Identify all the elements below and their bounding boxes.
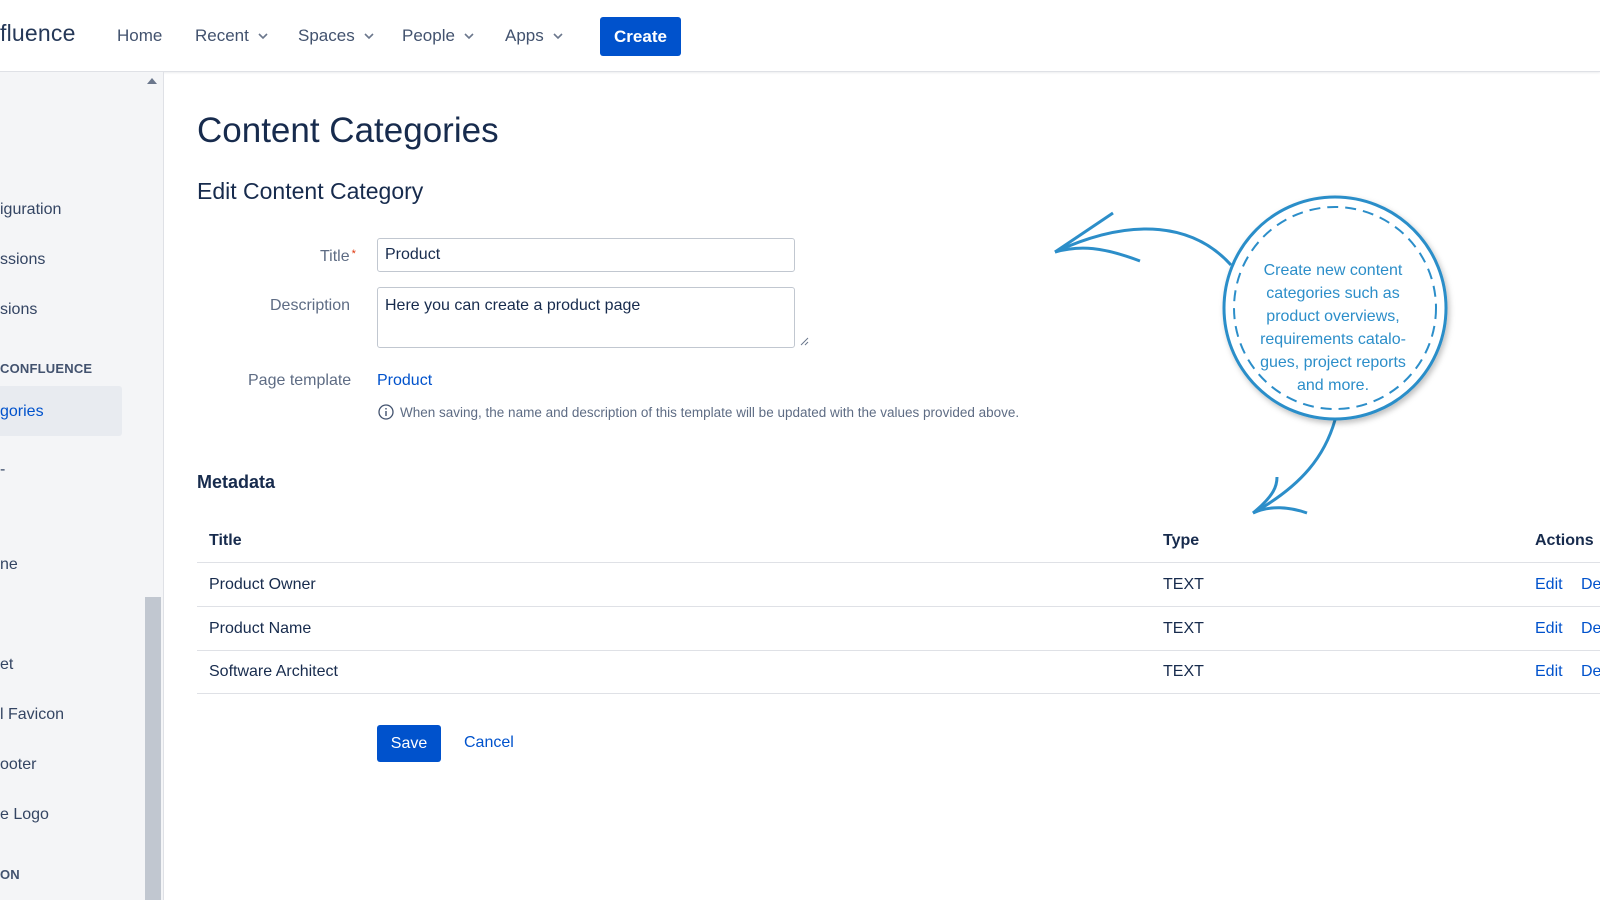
nav-people-label: People [402, 26, 455, 45]
column-header-type: Type [1163, 532, 1200, 549]
annotation-line: categories such as [1266, 285, 1400, 302]
sidebar-item-favicon[interactable]: l Favicon [0, 706, 64, 724]
nav-home[interactable]: Home [117, 26, 162, 46]
arrow-left-icon [1054, 211, 1233, 267]
sidebar-item-site-logo[interactable]: e Logo [0, 806, 49, 824]
column-header-actions: Actions [1535, 532, 1594, 549]
sidebar-item-stylesheet[interactable]: et [0, 656, 13, 674]
annotation-line: Create new content [1263, 262, 1403, 279]
row-title: Product Name [209, 620, 312, 637]
row-type: TEXT [1163, 620, 1204, 637]
nav-spaces-label: Spaces [298, 26, 355, 45]
chevron-down-icon [464, 33, 474, 40]
annotation-line: product overviews, [1266, 308, 1400, 325]
page-template-label: Page template [248, 372, 352, 389]
template-hint-text: When saving, the name and description of… [400, 404, 1020, 420]
annotation-line: requirements catalo- [1260, 331, 1406, 348]
sidebar-item-footer[interactable]: ooter [0, 756, 36, 774]
sidebar-item-content-categories[interactable]: gories [0, 403, 44, 421]
template-hint: When saving, the name and description of… [378, 404, 1019, 420]
nav-recent[interactable]: Recent [195, 26, 269, 46]
create-button[interactable]: Create [600, 17, 681, 56]
annotation-line: gues, project reports [1260, 354, 1406, 371]
delete-link[interactable]: De [1581, 663, 1600, 681]
sidebar-item-theme[interactable]: ne [0, 556, 18, 574]
table-row-divider [197, 693, 1600, 694]
title-input[interactable] [377, 238, 795, 272]
description-textarea[interactable]: Here you can create a product page [377, 287, 795, 348]
column-header-title: Title [209, 532, 242, 549]
delete-link[interactable]: De [1581, 576, 1600, 594]
page-template-link[interactable]: Product [377, 372, 432, 390]
nav-people[interactable]: People [402, 26, 475, 46]
cancel-link[interactable]: Cancel [464, 734, 514, 752]
info-icon [378, 404, 394, 420]
nav-apps[interactable]: Apps [505, 26, 564, 46]
row-type: TEXT [1163, 663, 1204, 680]
top-navigation: fluence Home Recent Spaces People Apps C… [0, 0, 1600, 72]
edit-link[interactable]: Edit [1535, 620, 1563, 638]
row-type: TEXT [1163, 576, 1204, 593]
table-row-divider [197, 650, 1600, 651]
nav-spaces[interactable]: Spaces [298, 26, 375, 46]
annotation-line: and more. [1296, 377, 1370, 394]
annotation-text: Create new content categories such as pr… [1238, 259, 1428, 397]
sidebar-item-permissions[interactable]: ssions [0, 251, 45, 269]
sidebar-item-extensions[interactable]: sions [0, 301, 37, 319]
edit-link[interactable]: Edit [1535, 663, 1563, 681]
title-label-text: Title [320, 248, 350, 265]
page-title: Content Categories [197, 111, 499, 150]
chevron-down-icon [553, 33, 563, 40]
row-title: Software Architect [209, 663, 338, 680]
save-button[interactable]: Save [377, 725, 441, 762]
metadata-heading: Metadata [197, 472, 276, 492]
sidebar-item-configuration[interactable]: iguration [0, 201, 61, 219]
chevron-down-icon [364, 33, 374, 40]
section-title: Edit Content Category [197, 178, 424, 204]
table-row-divider [197, 606, 1600, 607]
arrow-down-icon [1252, 419, 1337, 515]
title-label: Title * [320, 248, 356, 266]
sidebar-heading-confluence: CONFLUENCE [0, 361, 93, 376]
sidebar-item-dash[interactable]: - [0, 461, 5, 479]
admin-sidebar [0, 72, 163, 900]
sidebar-heading-on: ON [0, 867, 20, 882]
required-marker: * [351, 248, 356, 260]
row-title: Product Owner [209, 576, 316, 593]
description-label: Description [270, 297, 351, 314]
edit-link[interactable]: Edit [1535, 576, 1563, 594]
nav-recent-label: Recent [195, 26, 249, 45]
scroll-up-arrow-icon[interactable] [147, 78, 157, 84]
table-row-divider [197, 562, 1600, 563]
confluence-logo[interactable]: fluence [0, 20, 76, 47]
nav-apps-label: Apps [505, 26, 544, 45]
nav-home-label: Home [117, 26, 163, 45]
sidebar-divider [163, 72, 164, 900]
resize-grip-icon[interactable] [800, 337, 809, 346]
scrollbar-thumb[interactable] [145, 597, 161, 900]
chevron-down-icon [258, 33, 268, 40]
delete-link[interactable]: De [1581, 620, 1600, 638]
